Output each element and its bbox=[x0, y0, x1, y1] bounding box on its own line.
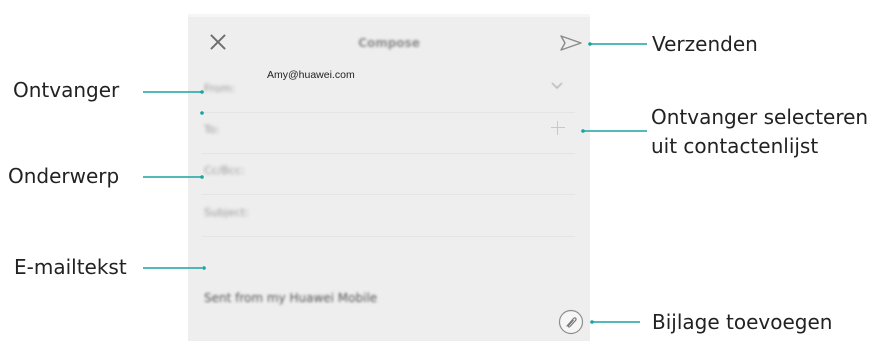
from-label: From: bbox=[204, 82, 235, 95]
body-callout: E-mailtekst bbox=[14, 255, 127, 279]
compose-title: Compose bbox=[358, 36, 420, 50]
send-icon[interactable] bbox=[559, 34, 583, 52]
recipient-callout: Ontvanger bbox=[13, 78, 120, 102]
from-value: Amy@huawei.com bbox=[267, 69, 355, 81]
attach-callout: Bijlage toevoegen bbox=[652, 310, 833, 334]
to-row[interactable]: To: bbox=[202, 113, 575, 154]
paperclip-icon[interactable] bbox=[558, 309, 584, 335]
chevron-down-icon[interactable] bbox=[551, 82, 563, 90]
subject-row[interactable]: Subject: bbox=[202, 196, 575, 237]
select-recipient-callout-line2: uit contactenlijst bbox=[651, 134, 819, 158]
cc-bcc-row[interactable]: Cc/Bcc: bbox=[202, 154, 575, 195]
status-strip bbox=[188, 14, 590, 17]
cc-bcc-label: Cc/Bcc: bbox=[204, 164, 245, 177]
subject-label: Subject: bbox=[204, 206, 249, 219]
email-compose-screen: Compose From: Amy@huawei.com To: Cc/Bcc:… bbox=[188, 14, 590, 341]
attach-callout-end bbox=[590, 320, 594, 324]
send-callout: Verzenden bbox=[652, 32, 758, 56]
email-signature[interactable]: Sent from my Huawei Mobile bbox=[204, 291, 377, 305]
from-row[interactable]: From: Amy@huawei.com bbox=[202, 69, 575, 113]
plus-icon[interactable] bbox=[551, 121, 565, 135]
select-recipient-callout-line1: Ontvanger selecteren bbox=[651, 105, 869, 129]
subject-callout: Onderwerp bbox=[8, 164, 120, 188]
to-label: To: bbox=[204, 123, 220, 136]
